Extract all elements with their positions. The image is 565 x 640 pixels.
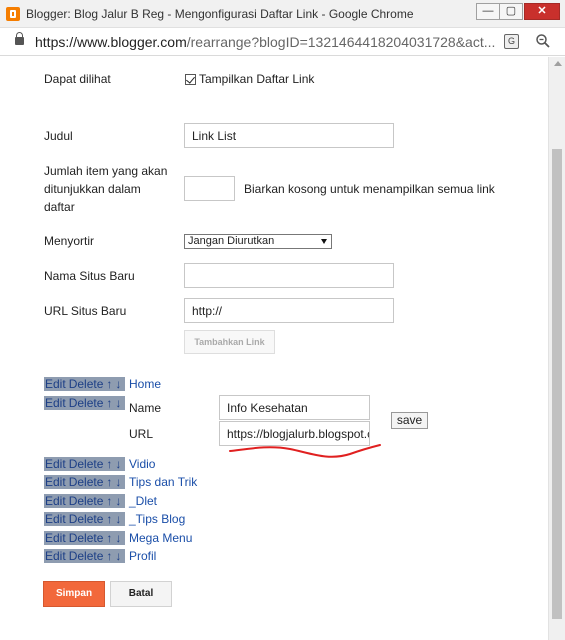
move-down-link[interactable]: ↓	[115, 549, 121, 563]
link-row: Edit Delete ↑ ↓ Profil	[44, 549, 156, 565]
annotation-underline	[229, 444, 381, 458]
edit-link[interactable]: Edit	[45, 494, 66, 508]
cancel-button[interactable]: Batal	[110, 581, 172, 607]
link-actions: Edit Delete ↑ ↓	[44, 494, 126, 508]
move-up-link[interactable]: ↑	[106, 531, 112, 545]
delete-link[interactable]: Delete	[69, 549, 104, 563]
link-item-name[interactable]: _Tips Blog	[129, 512, 185, 526]
move-down-link[interactable]: ↓	[115, 475, 121, 489]
url-text[interactable]: https://www.blogger.com/rearrange?blogID…	[35, 34, 495, 50]
link-actions: Edit Delete ↑ ↓	[44, 512, 126, 526]
delete-link[interactable]: Delete	[69, 512, 104, 526]
delete-link[interactable]: Delete	[69, 531, 104, 545]
edit-link[interactable]: Edit	[45, 549, 66, 563]
lock-icon	[15, 32, 24, 45]
move-up-link[interactable]: ↑	[106, 377, 112, 391]
new-site-url-label: URL Situs Baru	[44, 304, 127, 318]
move-up-link[interactable]: ↑	[106, 549, 112, 563]
close-button[interactable]: ✕	[524, 3, 560, 20]
edit-link[interactable]: Edit	[45, 457, 66, 471]
title-input[interactable]: Link List	[184, 123, 394, 148]
delete-link[interactable]: Delete	[69, 396, 104, 410]
move-down-link[interactable]: ↓	[115, 396, 121, 410]
sort-select[interactable]: Jangan Diurutkan	[184, 234, 332, 249]
link-actions: Edit Delete ↑ ↓	[44, 475, 126, 489]
delete-link[interactable]: Delete	[69, 475, 104, 489]
chevron-down-icon	[321, 239, 327, 244]
edit-link[interactable]: Edit	[45, 377, 66, 391]
count-label-line2: ditunjukkan dalam	[44, 182, 141, 196]
count-label-line3: daftar	[44, 200, 75, 214]
link-item-name[interactable]: Vidio	[129, 457, 155, 471]
visible-label: Dapat dilihat	[44, 72, 111, 86]
move-down-link[interactable]: ↓	[115, 494, 121, 508]
new-site-name-input[interactable]	[184, 263, 394, 288]
link-row: Edit Delete ↑ ↓ Tips dan Trik	[44, 475, 197, 491]
url-path: /rearrange?blogID=1321464418204031728&ac…	[186, 34, 496, 50]
link-actions: Edit Delete ↑ ↓	[44, 377, 126, 391]
edit-link[interactable]: Edit	[45, 475, 66, 489]
link-row: Edit Delete ↑ ↓ _Dlet	[44, 494, 157, 510]
blogger-icon	[6, 7, 20, 21]
dialog-content: Dapat dilihat Tampilkan Daftar Link Judu…	[0, 57, 548, 640]
move-up-link[interactable]: ↑	[106, 396, 112, 410]
editor-name-input[interactable]: Info Kesehatan	[219, 395, 370, 420]
count-input[interactable]	[184, 176, 235, 201]
link-actions: Edit Delete ↑ ↓	[44, 396, 126, 410]
save-link-button[interactable]: save	[391, 412, 428, 429]
minimize-button[interactable]: —	[476, 3, 500, 20]
window-titlebar: Blogger: Blog Jalur B Reg - Mengonfigura…	[0, 0, 565, 28]
count-label-line1: Jumlah item yang akan	[44, 164, 168, 178]
link-actions: Edit Delete ↑ ↓	[44, 457, 126, 471]
editor-url-label: URL	[129, 427, 154, 441]
edit-link[interactable]: Edit	[45, 512, 66, 526]
show-link-list-label: Tampilkan Daftar Link	[199, 72, 315, 86]
link-item-name[interactable]: Profil	[129, 549, 156, 563]
editor-name-label: Name	[129, 401, 162, 415]
link-item-name[interactable]: Tips dan Trik	[129, 475, 197, 489]
translate-icon[interactable]: G	[504, 34, 519, 49]
count-hint: Biarkan kosong untuk menampilkan semua l…	[244, 182, 495, 196]
vertical-scrollbar[interactable]	[548, 57, 565, 640]
delete-link[interactable]: Delete	[69, 377, 104, 391]
delete-link[interactable]: Delete	[69, 457, 104, 471]
add-link-button[interactable]: Tambahkan Link	[184, 330, 275, 354]
new-site-name-label: Nama Situs Baru	[44, 269, 135, 283]
move-down-link[interactable]: ↓	[115, 531, 121, 545]
link-actions: Edit Delete ↑ ↓	[44, 549, 126, 563]
url-host: https://www.blogger.com	[35, 34, 187, 50]
link-item-name[interactable]: Mega Menu	[129, 531, 192, 545]
scrollbar-thumb[interactable]	[552, 149, 562, 619]
edit-link[interactable]: Edit	[45, 396, 66, 410]
link-item-name[interactable]: _Dlet	[129, 494, 157, 508]
show-link-list-checkbox[interactable]	[185, 74, 196, 85]
sort-label: Menyortir	[44, 234, 95, 248]
zoom-icon[interactable]	[535, 33, 551, 49]
link-row: Edit Delete ↑ ↓	[44, 396, 126, 412]
scroll-up-arrow-icon[interactable]	[554, 61, 562, 66]
delete-link[interactable]: Delete	[69, 494, 104, 508]
maximize-button[interactable]: ▢	[499, 3, 523, 20]
window-title: Blogger: Blog Jalur B Reg - Mengonfigura…	[26, 7, 414, 21]
sort-select-value: Jangan Diurutkan	[188, 235, 275, 247]
address-bar[interactable]: https://www.blogger.com/rearrange?blogID…	[0, 28, 565, 56]
link-row: Edit Delete ↑ ↓ _Tips Blog	[44, 512, 185, 528]
move-up-link[interactable]: ↑	[106, 457, 112, 471]
save-button[interactable]: Simpan	[43, 581, 105, 607]
link-actions: Edit Delete ↑ ↓	[44, 531, 126, 545]
move-up-link[interactable]: ↑	[106, 512, 112, 526]
edit-link[interactable]: Edit	[45, 531, 66, 545]
link-row: Edit Delete ↑ ↓ Home	[44, 377, 161, 393]
move-up-link[interactable]: ↑	[106, 475, 112, 489]
link-row: Edit Delete ↑ ↓ Mega Menu	[44, 531, 192, 547]
move-down-link[interactable]: ↓	[115, 377, 121, 391]
new-site-url-input[interactable]: http://	[184, 298, 394, 323]
link-row: Edit Delete ↑ ↓ Vidio	[44, 457, 155, 473]
move-up-link[interactable]: ↑	[106, 494, 112, 508]
title-label: Judul	[44, 129, 73, 143]
link-item-name[interactable]: Home	[129, 377, 161, 391]
move-down-link[interactable]: ↓	[115, 457, 121, 471]
move-down-link[interactable]: ↓	[115, 512, 121, 526]
